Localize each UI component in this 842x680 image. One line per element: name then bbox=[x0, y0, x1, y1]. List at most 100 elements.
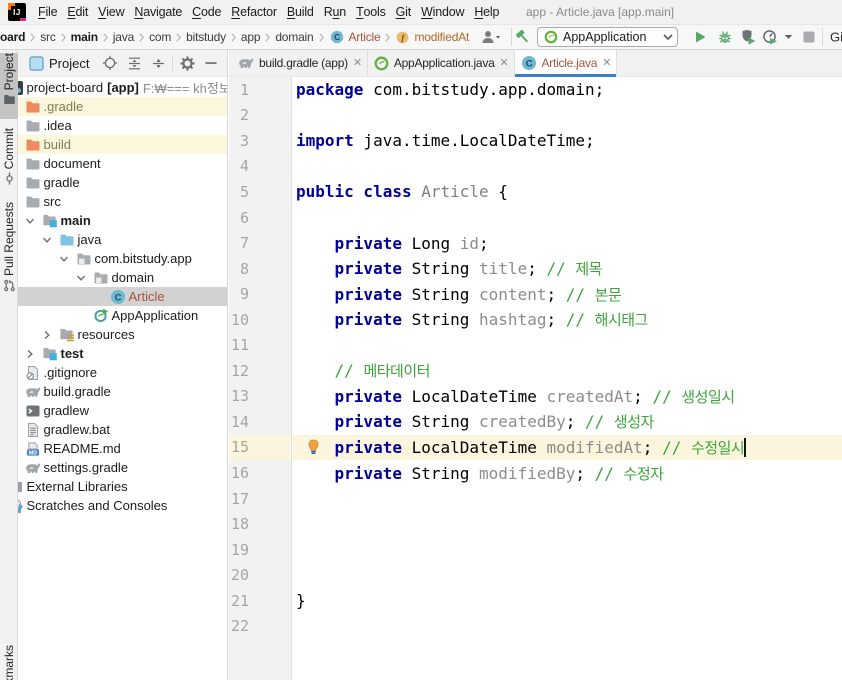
user-icon bbox=[482, 31, 500, 43]
menu-help[interactable]: Help bbox=[469, 0, 504, 24]
line-number-22: 22 bbox=[230, 617, 249, 636]
chevron-expanded-icon[interactable] bbox=[22, 216, 42, 226]
menu-navigate[interactable]: Navigate bbox=[129, 0, 187, 24]
tree-row-document[interactable]: document bbox=[18, 154, 227, 173]
tree-label: gradle bbox=[43, 175, 80, 190]
line-number-4: 4 bbox=[239, 157, 249, 176]
expand-all-button[interactable] bbox=[122, 52, 146, 74]
tree-row-scratches-and-consoles[interactable]: Scratches and Consoles bbox=[18, 496, 227, 515]
code-line-13: private LocalDateTime createdAt; // 생성일시 bbox=[334, 386, 736, 406]
tree-row-build-gradle[interactable]: build.gradle bbox=[18, 382, 227, 401]
profiler-dropdown[interactable] bbox=[781, 26, 795, 48]
chevron-collapsed-icon[interactable] bbox=[39, 330, 59, 340]
menu-refactor[interactable]: Refactor bbox=[226, 0, 282, 24]
close-icon[interactable]: ✕ bbox=[602, 57, 611, 69]
tree-row-project-board[interactable]: project-board[app]F:₩=== kh정보교육 bbox=[18, 78, 227, 97]
code-line-16: private String modifiedBy; // 수정자 bbox=[334, 463, 664, 483]
tree-row-build[interactable]: build bbox=[18, 135, 227, 154]
build-hammer-button[interactable] bbox=[514, 26, 532, 48]
tree-label: AppApplication bbox=[111, 308, 199, 323]
class-icon: C bbox=[110, 289, 126, 305]
tool-button-commit[interactable]: Commit bbox=[0, 128, 18, 196]
user-account-button[interactable] bbox=[480, 26, 502, 48]
tree-row-gitignore[interactable]: .gitignore bbox=[18, 363, 227, 382]
hammer-icon bbox=[515, 29, 528, 43]
stop-button[interactable] bbox=[796, 26, 822, 48]
locate-icon bbox=[102, 55, 118, 71]
toolbar-separator bbox=[172, 55, 173, 71]
git-branch-widget[interactable]: Gi bbox=[830, 30, 842, 45]
tree-row-readme-md[interactable]: MD README.md bbox=[18, 439, 227, 458]
tree-row-idea[interactable]: .idea bbox=[18, 116, 227, 135]
collapse-all-button[interactable] bbox=[146, 52, 170, 74]
folder-src-icon bbox=[42, 346, 58, 362]
tool-button-label: kmarks bbox=[2, 645, 16, 680]
tree-row-gradlew-bat[interactable]: gradlew.bat bbox=[18, 420, 227, 439]
line-number-1: 1 bbox=[239, 80, 249, 99]
run-button[interactable] bbox=[688, 26, 712, 48]
tree-row-gradle[interactable]: .gradle bbox=[18, 97, 227, 116]
tool-button-project[interactable]: Project bbox=[0, 53, 18, 119]
panel-settings-button[interactable] bbox=[175, 52, 199, 74]
tab-build-gradle-app[interactable]: build.gradle (app) ✕ bbox=[232, 50, 368, 76]
tree-row-com-bitstudy-app[interactable]: com.bitstudy.app bbox=[18, 249, 227, 268]
select-opened-file-button[interactable] bbox=[98, 52, 122, 74]
editor-code-area[interactable]: package com.bitstudy.app.domain; import j… bbox=[293, 77, 842, 680]
close-icon[interactable]: ✕ bbox=[353, 57, 362, 69]
tree-label: .idea bbox=[43, 118, 72, 133]
profiler-button[interactable] bbox=[759, 26, 781, 48]
markdown-icon: MD bbox=[25, 441, 41, 457]
menu-git[interactable]: Git bbox=[391, 0, 416, 24]
line-number-19: 19 bbox=[230, 540, 249, 559]
chevron-expanded-icon[interactable] bbox=[56, 254, 76, 264]
tree-label: build bbox=[43, 137, 71, 152]
menu-build[interactable]: Build bbox=[282, 0, 319, 24]
menu-code[interactable]: Code bbox=[187, 0, 226, 24]
ide-window: IJ File Edit View Navigate Code Refactor Build… bbox=[0, 0, 842, 680]
tab-article-java[interactable]: C Article.java ✕ bbox=[514, 50, 618, 77]
tool-button-bookmarks[interactable]: kmarks bbox=[0, 645, 18, 680]
tree-row-gradlew[interactable]: gradlew bbox=[18, 401, 227, 420]
menu-view[interactable]: View bbox=[93, 0, 129, 24]
tree-row-java[interactable]: java bbox=[18, 230, 227, 249]
menu-run[interactable]: Run bbox=[319, 0, 351, 24]
run-configuration-select[interactable]: AppApplication bbox=[537, 27, 678, 47]
chevron-expanded-icon[interactable] bbox=[39, 235, 59, 245]
folder-icon bbox=[25, 194, 41, 210]
tree-row-resources[interactable]: resources bbox=[18, 325, 227, 344]
tab-appapplication-java[interactable]: AppApplication.java ✕ bbox=[367, 50, 515, 76]
close-icon[interactable]: ✕ bbox=[500, 57, 509, 69]
chevron-expanded-icon[interactable] bbox=[73, 273, 93, 283]
chevron-collapsed-icon[interactable] bbox=[22, 349, 42, 359]
menu-edit[interactable]: Edit bbox=[62, 0, 93, 24]
tree-row-test[interactable]: test bbox=[18, 344, 227, 363]
line-number-5: 5 bbox=[239, 182, 249, 201]
tool-button-pull-requests[interactable]: Pull Requests bbox=[0, 202, 18, 312]
run-with-coverage-button[interactable] bbox=[736, 26, 760, 48]
hide-panel-button[interactable] bbox=[199, 52, 223, 74]
gear-icon bbox=[179, 55, 195, 71]
folder-blue-icon bbox=[59, 232, 75, 248]
tree-row-main[interactable]: main bbox=[18, 211, 227, 230]
intention-bulb-icon[interactable] bbox=[306, 439, 321, 456]
tool-button-label: Commit bbox=[2, 128, 16, 170]
tree-row-src[interactable]: src bbox=[18, 192, 227, 211]
tree-row-domain[interactable]: domain bbox=[18, 268, 227, 287]
menu-tools[interactable]: Tools bbox=[351, 0, 391, 24]
text-caret bbox=[744, 437, 747, 457]
code-line-7: private Long id; bbox=[334, 233, 489, 253]
menu-window[interactable]: Window bbox=[416, 0, 469, 24]
tree-row-appapplication[interactable]: AppApplication bbox=[18, 306, 227, 325]
logo-monogram: IJ bbox=[13, 7, 21, 17]
tree-row-gradle[interactable]: gradle bbox=[18, 173, 227, 192]
menu-file[interactable]: File bbox=[33, 0, 62, 24]
tree-label: External Libraries bbox=[26, 479, 128, 494]
tree-row-external-libraries[interactable]: External Libraries bbox=[18, 477, 227, 496]
debug-button[interactable] bbox=[713, 26, 736, 48]
tree-row-settings-gradle[interactable]: settings.gradle bbox=[18, 458, 227, 477]
tree-row-article[interactable]: C Article bbox=[18, 287, 227, 306]
